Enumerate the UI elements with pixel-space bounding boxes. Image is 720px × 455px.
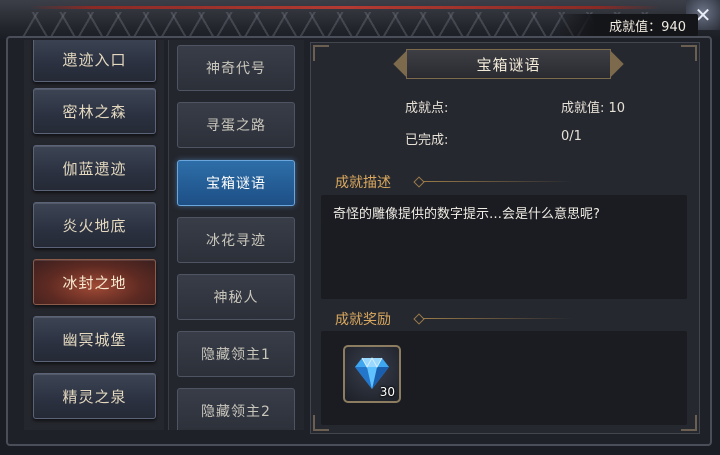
category-item[interactable]: 密林之森 xyxy=(33,88,156,134)
achievement-item[interactable]: 隐藏领主1 xyxy=(177,331,295,377)
top-frame-trim xyxy=(30,6,660,9)
reward-heading: 成就奖励 xyxy=(335,312,391,328)
achievement-item[interactable]: 冰花寻迹 xyxy=(177,217,295,263)
category-item[interactable]: 幽冥城堡 xyxy=(33,316,156,362)
points-label: 成就点: xyxy=(405,101,449,116)
category-list[interactable]: 遗迹入口 密林之森 伽蓝遗迹 炎火地底 冰封之地 幽冥城堡 精灵之泉 xyxy=(24,40,164,430)
heading-ornament xyxy=(413,313,425,325)
category-item[interactable]: 伽蓝遗迹 xyxy=(33,145,156,191)
category-item[interactable]: 炎火地底 xyxy=(33,202,156,248)
category-item-active[interactable]: 冰封之地 xyxy=(33,259,156,305)
achievement-list[interactable]: 神奇代号 寻蛋之路 宝箱谜语 冰花寻迹 神秘人 隐藏领主1 隐藏领主2 xyxy=(168,40,304,430)
reward-count: 30 xyxy=(379,385,395,399)
achievement-title-banner: 宝箱谜语 xyxy=(406,49,611,79)
category-item[interactable]: 精灵之泉 xyxy=(33,373,156,419)
achievement-item[interactable]: 神秘人 xyxy=(177,274,295,320)
achievement-item[interactable]: 隐藏领主2 xyxy=(177,388,295,430)
reward-box: 30 xyxy=(321,331,687,425)
achievement-item-active[interactable]: 宝箱谜语 xyxy=(177,160,295,206)
achievement-item[interactable]: 神奇代号 xyxy=(177,45,295,91)
description-box: 奇怪的雕像提供的数字提示…会是什么意思呢? xyxy=(321,195,687,299)
heading-divider xyxy=(423,181,573,182)
achievement-score-text: 成就值：940 xyxy=(609,19,686,35)
reward-slot[interactable]: 30 xyxy=(343,345,401,403)
description-heading: 成就描述 xyxy=(335,175,391,191)
completed-label: 已完成: xyxy=(405,133,449,148)
description-text: 奇怪的雕像提供的数字提示…会是什么意思呢? xyxy=(333,207,600,222)
heading-ornament xyxy=(413,176,425,188)
achievement-score-badge: 成就值：940 xyxy=(560,14,698,36)
achievement-item[interactable]: 寻蛋之路 xyxy=(177,102,295,148)
score-value: 成就值: 10 xyxy=(561,101,626,116)
category-item[interactable]: 遗迹入口 xyxy=(33,40,156,82)
heading-divider xyxy=(423,318,573,319)
completed-value: 0/1 xyxy=(561,129,582,144)
panel-corner-ornament xyxy=(313,45,329,61)
achievement-detail-panel: 宝箱谜语 成就点: 成就值: 10 已完成: 0/1 成就描述 奇怪的雕像提供的… xyxy=(310,42,700,434)
panel-corner-ornament xyxy=(681,45,697,61)
achievement-title: 宝箱谜语 xyxy=(476,55,541,74)
